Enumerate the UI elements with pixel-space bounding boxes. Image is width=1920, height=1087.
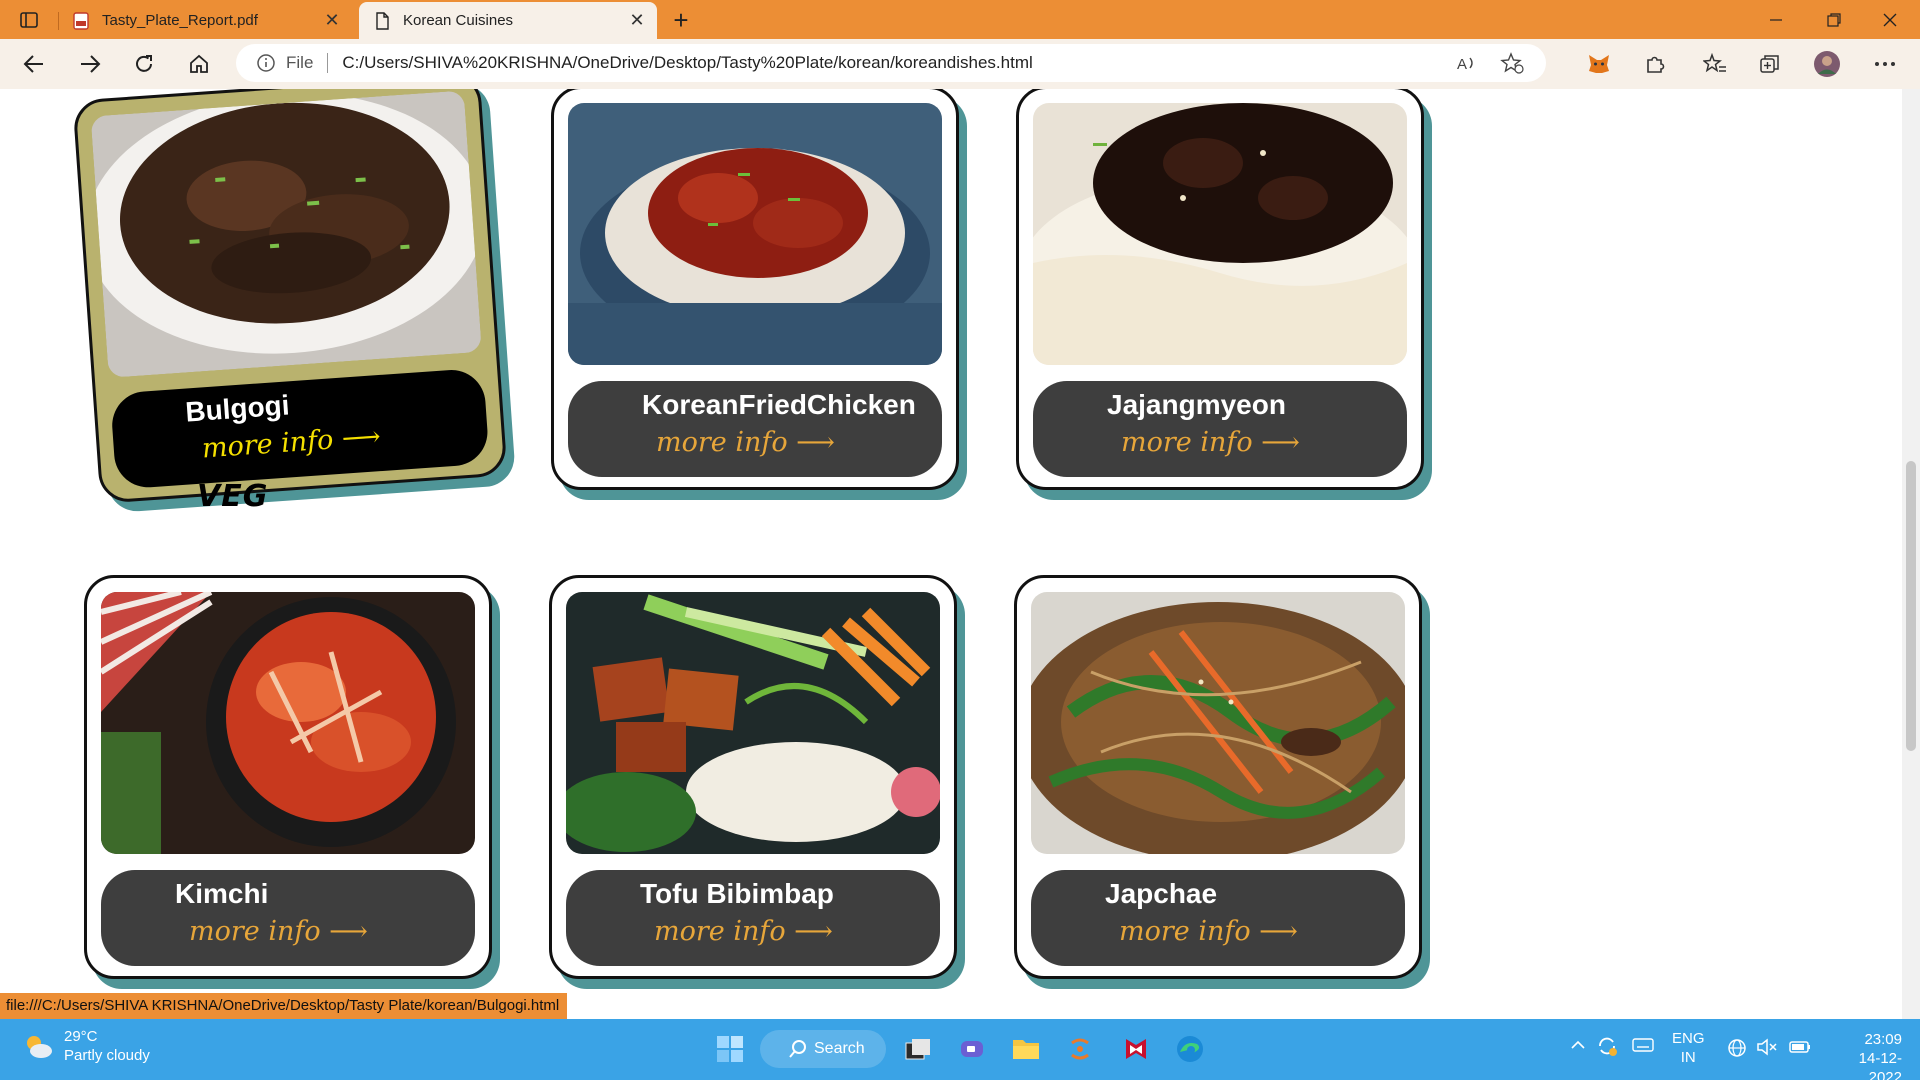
weather-widget[interactable]: 29°C Partly cloudy — [22, 1027, 150, 1065]
scrollbar-thumb[interactable] — [1906, 461, 1916, 751]
task-view-icon[interactable] — [898, 1029, 938, 1069]
japchae-photo — [1031, 592, 1405, 854]
dish-name: Tofu Bibimbap — [640, 878, 834, 909]
back-button[interactable] — [16, 47, 52, 81]
tab-label: Tasty_Plate_Report.pdf — [102, 12, 258, 29]
metamask-extension-icon[interactable] — [1584, 49, 1614, 79]
more-info-link[interactable]: more info ⟶ — [1119, 916, 1405, 947]
dish-card-tofu-bibimbap[interactable]: Tofu Bibimbap more info ⟶ — [549, 575, 957, 979]
browser-title-bar: Tasty_Plate_Report.pdf ✕ Korean Cuisines… — [0, 0, 1920, 39]
pdf-file-icon — [73, 11, 89, 30]
add-favorite-icon[interactable] — [1500, 52, 1524, 74]
app-launcher-icon[interactable] — [1060, 1029, 1100, 1069]
tofu-bibimbap-photo — [566, 592, 940, 854]
dish-name: KoreanFriedChicken — [642, 389, 916, 420]
status-link-preview: file:///C:/Users/SHIVA KRISHNA/OneDrive/… — [0, 993, 568, 1019]
dish-caption-bar[interactable]: Jajangmyeon more info ⟶ — [1033, 381, 1407, 477]
clock-date: 14-12-2022 — [1858, 1050, 1902, 1086]
dish-name: Japchae — [1105, 878, 1218, 909]
tab-korean-cuisines[interactable]: Korean Cuisines ✕ — [359, 2, 657, 39]
more-info-link[interactable]: more info ⟶ — [654, 916, 940, 947]
page-viewport: Bulgogi more info ⟶ KoreanFriedChicken m… — [0, 89, 1902, 1019]
sync-status-icon[interactable] — [1596, 1035, 1618, 1061]
jajangmyeon-photo — [1033, 103, 1407, 365]
url-text[interactable]: C:/Users/SHIVA%20KRISHNA/OneDrive/Deskto… — [342, 53, 1456, 73]
more-info-link[interactable]: more info ⟶ — [656, 427, 942, 458]
dish-caption-bar[interactable]: Bulgogi more info ⟶ — [109, 367, 490, 490]
show-hidden-icons[interactable] — [1570, 1037, 1586, 1054]
more-info-link[interactable]: more info ⟶ — [1121, 427, 1407, 458]
weather-temp: 29°C — [64, 1028, 98, 1045]
lang-line2: IN — [1680, 1049, 1696, 1066]
tab-label: Korean Cuisines — [403, 12, 514, 29]
settings-more-icon[interactable] — [1870, 49, 1900, 79]
browser-toolbar: File C:/Users/SHIVA%20KRISHNA/OneDrive/D… — [0, 39, 1920, 90]
new-tab-button[interactable]: + — [665, 4, 697, 36]
refresh-icon — [136, 55, 152, 72]
kimchi-photo — [101, 592, 475, 854]
taskbar-search[interactable]: Search — [760, 1030, 886, 1068]
refresh-button[interactable] — [126, 47, 162, 81]
dish-card-japchae[interactable]: Japchae more info ⟶ — [1014, 575, 1422, 979]
taskbar-clock[interactable]: 23:09 14-12-2022 — [1826, 1030, 1902, 1087]
lang-line1: ENG — [1672, 1030, 1705, 1047]
dish-card-bulgogi[interactable]: Bulgogi more info ⟶ — [72, 89, 508, 504]
tab-close-icon[interactable]: ✕ — [322, 10, 342, 31]
keyboard-icon[interactable] — [1632, 1037, 1654, 1057]
info-icon[interactable] — [256, 53, 276, 73]
volume-muted-icon[interactable] — [1756, 1037, 1778, 1061]
bulgogi-photo — [90, 90, 482, 378]
teams-chat-icon[interactable] — [952, 1029, 992, 1069]
dish-caption-bar[interactable]: KoreanFriedChicken more info ⟶ — [568, 381, 942, 477]
dish-caption-bar[interactable]: Kimchi more info ⟶ — [101, 870, 475, 966]
profile-avatar[interactable] — [1812, 49, 1842, 79]
read-aloud-icon[interactable]: A — [1456, 53, 1478, 73]
dish-card-jajangmyeon[interactable]: Jajangmyeon more info ⟶ — [1016, 89, 1424, 490]
dish-card-kimchi[interactable]: Kimchi more info ⟶ — [84, 575, 492, 979]
dish-name: Kimchi — [175, 878, 269, 909]
svg-text:A: A — [1457, 56, 1467, 73]
korean-fried-chicken-photo — [568, 103, 942, 365]
search-icon — [789, 1040, 806, 1058]
tab-actions-icon[interactable] — [14, 8, 44, 32]
minimize-button[interactable] — [1748, 0, 1804, 39]
forward-button[interactable] — [72, 47, 108, 81]
dish-card-korean-fried-chicken[interactable]: KoreanFriedChicken more info ⟶ — [551, 89, 959, 490]
scheme-label: File — [286, 53, 314, 72]
tab-close-icon[interactable]: ✕ — [627, 10, 647, 31]
page-scrollbar[interactable] — [1902, 89, 1920, 1019]
dish-caption-bar[interactable]: Tofu Bibimbap more info ⟶ — [566, 870, 940, 966]
home-icon — [190, 54, 208, 73]
close-window-button[interactable] — [1862, 0, 1918, 39]
page-file-icon — [376, 11, 389, 30]
favorites-icon[interactable] — [1700, 49, 1730, 79]
network-globe-icon[interactable] — [1726, 1037, 1748, 1063]
windows-taskbar: 29°C Partly cloudy Search ENG IN 23:09 1… — [0, 1019, 1920, 1086]
tab-pdf-report[interactable]: Tasty_Plate_Report.pdf ✕ — [58, 2, 352, 39]
collections-icon[interactable] — [1755, 49, 1785, 79]
more-info-link[interactable]: more info ⟶ — [189, 916, 475, 947]
battery-icon[interactable] — [1788, 1037, 1812, 1061]
start-button[interactable] — [710, 1029, 750, 1069]
dish-caption-bar[interactable]: Japchae more info ⟶ — [1031, 870, 1405, 966]
address-divider — [327, 53, 329, 73]
edge-browser-icon[interactable] — [1170, 1029, 1210, 1069]
dish-name: Jajangmyeon — [1107, 389, 1286, 420]
windows-logo-icon — [717, 1036, 743, 1062]
clock-time: 23:09 — [1864, 1031, 1902, 1048]
address-bar[interactable]: File C:/Users/SHIVA%20KRISHNA/OneDrive/D… — [236, 44, 1546, 82]
language-indicator[interactable]: ENG IN — [1672, 1029, 1705, 1067]
partly-cloudy-icon — [27, 1036, 52, 1058]
file-explorer-icon[interactable] — [1006, 1029, 1046, 1069]
extensions-icon[interactable] — [1640, 49, 1670, 79]
mcafee-icon[interactable] — [1116, 1029, 1156, 1069]
section-heading-veg: VEG — [197, 479, 269, 514]
back-arrow-icon — [23, 55, 43, 73]
home-button[interactable] — [181, 47, 217, 81]
restore-button[interactable] — [1806, 0, 1862, 39]
weather-desc: Partly cloudy — [64, 1047, 150, 1064]
search-label: Search — [814, 1040, 865, 1057]
forward-arrow-icon — [81, 55, 101, 73]
